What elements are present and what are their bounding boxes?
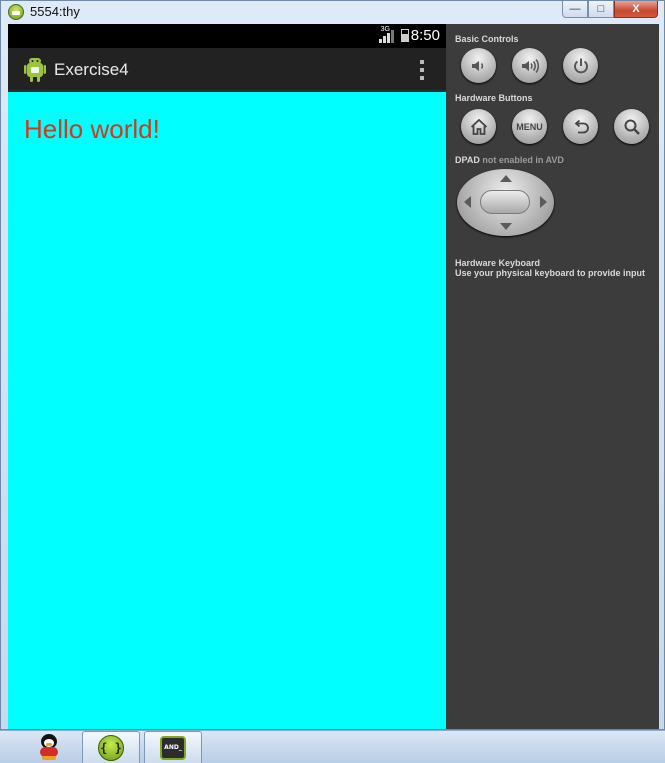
power-button[interactable] bbox=[563, 48, 598, 83]
dpad-center-button[interactable] bbox=[480, 190, 530, 214]
dpad-label: DPAD not enabled in AVD bbox=[455, 155, 564, 165]
volume-down-icon bbox=[471, 60, 483, 71]
eclipse-braces-icon: { } bbox=[98, 734, 124, 761]
search-button[interactable] bbox=[614, 109, 649, 144]
home-icon bbox=[470, 118, 487, 135]
keyboard-label: Hardware Keyboard bbox=[455, 258, 541, 268]
android-app-icon bbox=[24, 58, 46, 82]
status-clock: 8:50 bbox=[410, 27, 440, 44]
maximize-button[interactable]: □ bbox=[588, 1, 614, 18]
hardware-buttons-label: Hardware Buttons bbox=[455, 93, 533, 103]
dpad-title: DPAD bbox=[455, 155, 480, 165]
dpad-left-icon bbox=[464, 196, 471, 208]
phone-screen[interactable]: 3G 8:50 Exercise4 Hello world! bbox=[8, 24, 446, 729]
close-button[interactable]: X bbox=[614, 1, 658, 18]
caption-buttons: — □ X bbox=[562, 1, 658, 20]
overflow-menu-icon[interactable] bbox=[420, 60, 424, 80]
taskbar-qq[interactable] bbox=[20, 731, 78, 763]
volume-down-button[interactable] bbox=[461, 48, 496, 83]
taskbar-eclipse[interactable]: { } bbox=[82, 731, 140, 763]
action-bar: Exercise4 bbox=[8, 48, 446, 92]
dpad-right-icon bbox=[540, 196, 547, 208]
status-bar: 3G 8:50 bbox=[8, 24, 446, 48]
keyboard-note: Use your physical keyboard to provide in… bbox=[455, 268, 646, 278]
taskbar: { } AND_ bbox=[0, 730, 665, 763]
title-bar[interactable]: 5554:thy — □ X bbox=[1, 1, 664, 23]
basic-controls-label: Basic Controls bbox=[455, 34, 519, 44]
volume-up-icon bbox=[521, 58, 539, 73]
app-title: Exercise4 bbox=[54, 60, 129, 79]
emulator-content: 3G 8:50 Exercise4 Hello world! Basic Con… bbox=[8, 24, 659, 729]
window-title: 5554:thy bbox=[30, 4, 80, 19]
dpad-control[interactable] bbox=[457, 169, 554, 236]
search-icon bbox=[624, 119, 640, 135]
dpad-up-icon bbox=[500, 175, 512, 182]
back-icon bbox=[574, 119, 589, 133]
menu-button[interactable]: MENU bbox=[512, 109, 547, 144]
keyboard-section: Hardware Keyboard Use your physical keyb… bbox=[455, 258, 645, 278]
dpad-note: not enabled in AVD bbox=[482, 155, 564, 165]
taskbar-emulator[interactable]: AND_ bbox=[144, 731, 202, 763]
signal-icon bbox=[379, 30, 394, 43]
hello-world-text: Hello world! bbox=[24, 114, 160, 144]
home-button[interactable] bbox=[461, 109, 496, 144]
emulator-app-icon bbox=[8, 4, 24, 20]
back-button[interactable] bbox=[563, 109, 598, 144]
qq-penguin-icon bbox=[38, 734, 60, 760]
battery-icon bbox=[401, 29, 409, 42]
android-terminal-icon: AND_ bbox=[160, 735, 186, 760]
emulator-window: 5554:thy — □ X 3G 8:50 Exercise4 Hello w… bbox=[0, 0, 665, 730]
dpad-down-icon bbox=[500, 223, 512, 230]
power-icon bbox=[573, 58, 588, 73]
menu-icon: MENU bbox=[516, 121, 543, 132]
controls-panel: Basic Controls Hardware Buttons MENU DPA… bbox=[446, 24, 659, 729]
minimize-button[interactable]: — bbox=[562, 1, 588, 18]
volume-up-button[interactable] bbox=[512, 48, 547, 83]
